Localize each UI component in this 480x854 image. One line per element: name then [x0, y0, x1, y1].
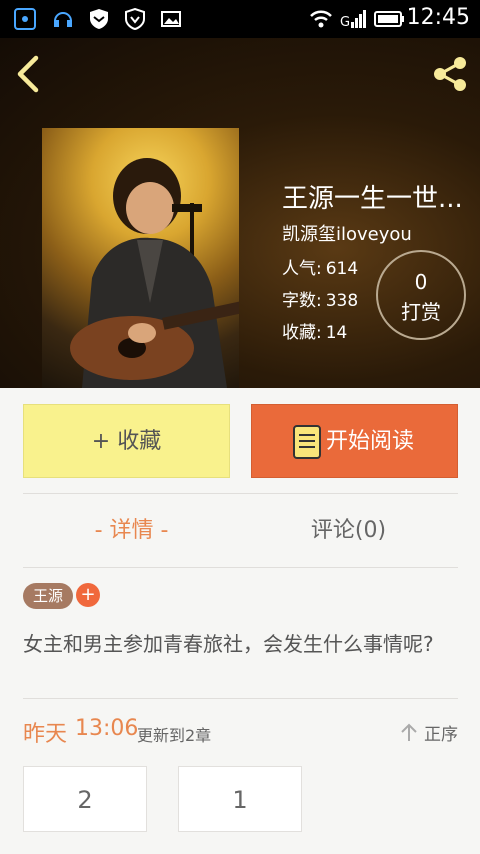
- update-time: 13:06: [75, 716, 139, 741]
- book-author[interactable]: 凯源玺iloveyou: [282, 220, 412, 246]
- sort-order-label: 正序: [424, 725, 458, 745]
- add-tag-button[interactable]: +: [76, 583, 100, 607]
- cover-illustration: [70, 158, 239, 388]
- update-day: 昨天: [23, 722, 68, 747]
- reward-label: 打赏: [401, 300, 441, 324]
- reward-button[interactable]: 0 打赏: [376, 250, 466, 340]
- stat-value: 14: [325, 323, 348, 343]
- vpn-shield-icon: [125, 8, 145, 30]
- chapter-item[interactable]: 1: [178, 766, 302, 832]
- headset-icon: [54, 12, 72, 27]
- tag-chip[interactable]: 王源: [23, 583, 74, 609]
- wifi-icon: [310, 10, 332, 28]
- share-icon[interactable]: [430, 54, 470, 94]
- stat-label: 字数:: [282, 291, 322, 311]
- svg-text:G: G: [340, 15, 350, 30]
- divider: [23, 567, 458, 568]
- shield-icon: [90, 9, 108, 29]
- stat-label: 收藏:: [282, 323, 322, 343]
- stat-value: 338: [325, 291, 359, 311]
- tab-comments[interactable]: 评论(0): [240, 512, 457, 544]
- collect-button[interactable]: + 收藏: [23, 404, 230, 478]
- status-bar: G 12:45: [0, 0, 480, 38]
- stat-favorites: 收藏: 14: [282, 318, 347, 343]
- divider: [23, 698, 458, 699]
- book-description: 女主和男主参加青春旅社，会发生什么事情呢?: [23, 632, 434, 656]
- image-icon: [161, 11, 181, 27]
- stat-popularity: 人气: 614: [282, 254, 358, 279]
- battery-icon: [374, 11, 404, 27]
- sort-order-button[interactable]: 正序: [401, 720, 458, 745]
- stat-label: 人气:: [282, 259, 322, 279]
- clock: 12:45: [406, 5, 470, 30]
- start-reading-label: 开始阅读: [326, 429, 415, 454]
- arrow-up-icon: [401, 723, 417, 741]
- stat-value: 614: [325, 259, 359, 279]
- back-arrow-icon[interactable]: [12, 54, 46, 94]
- book-title: 王源一生一世...: [282, 184, 463, 214]
- tab-details[interactable]: - 详情 -: [23, 512, 240, 544]
- update-status: 更新到2章: [137, 726, 212, 745]
- book-header: 王源一生一世... 凯源玺iloveyou 人气: 614 字数: 338 收藏: 1…: [0, 38, 480, 388]
- book-icon: [293, 425, 321, 459]
- stat-word-count: 字数: 338: [282, 286, 358, 311]
- signal-icon: G: [340, 10, 366, 30]
- usb-debug-icon: [14, 8, 36, 30]
- start-reading-button[interactable]: 开始阅读: [251, 404, 458, 478]
- book-cover-image[interactable]: [42, 128, 239, 388]
- chapter-item[interactable]: 2: [23, 766, 147, 832]
- reward-count: 0: [414, 270, 428, 294]
- divider: [23, 493, 458, 494]
